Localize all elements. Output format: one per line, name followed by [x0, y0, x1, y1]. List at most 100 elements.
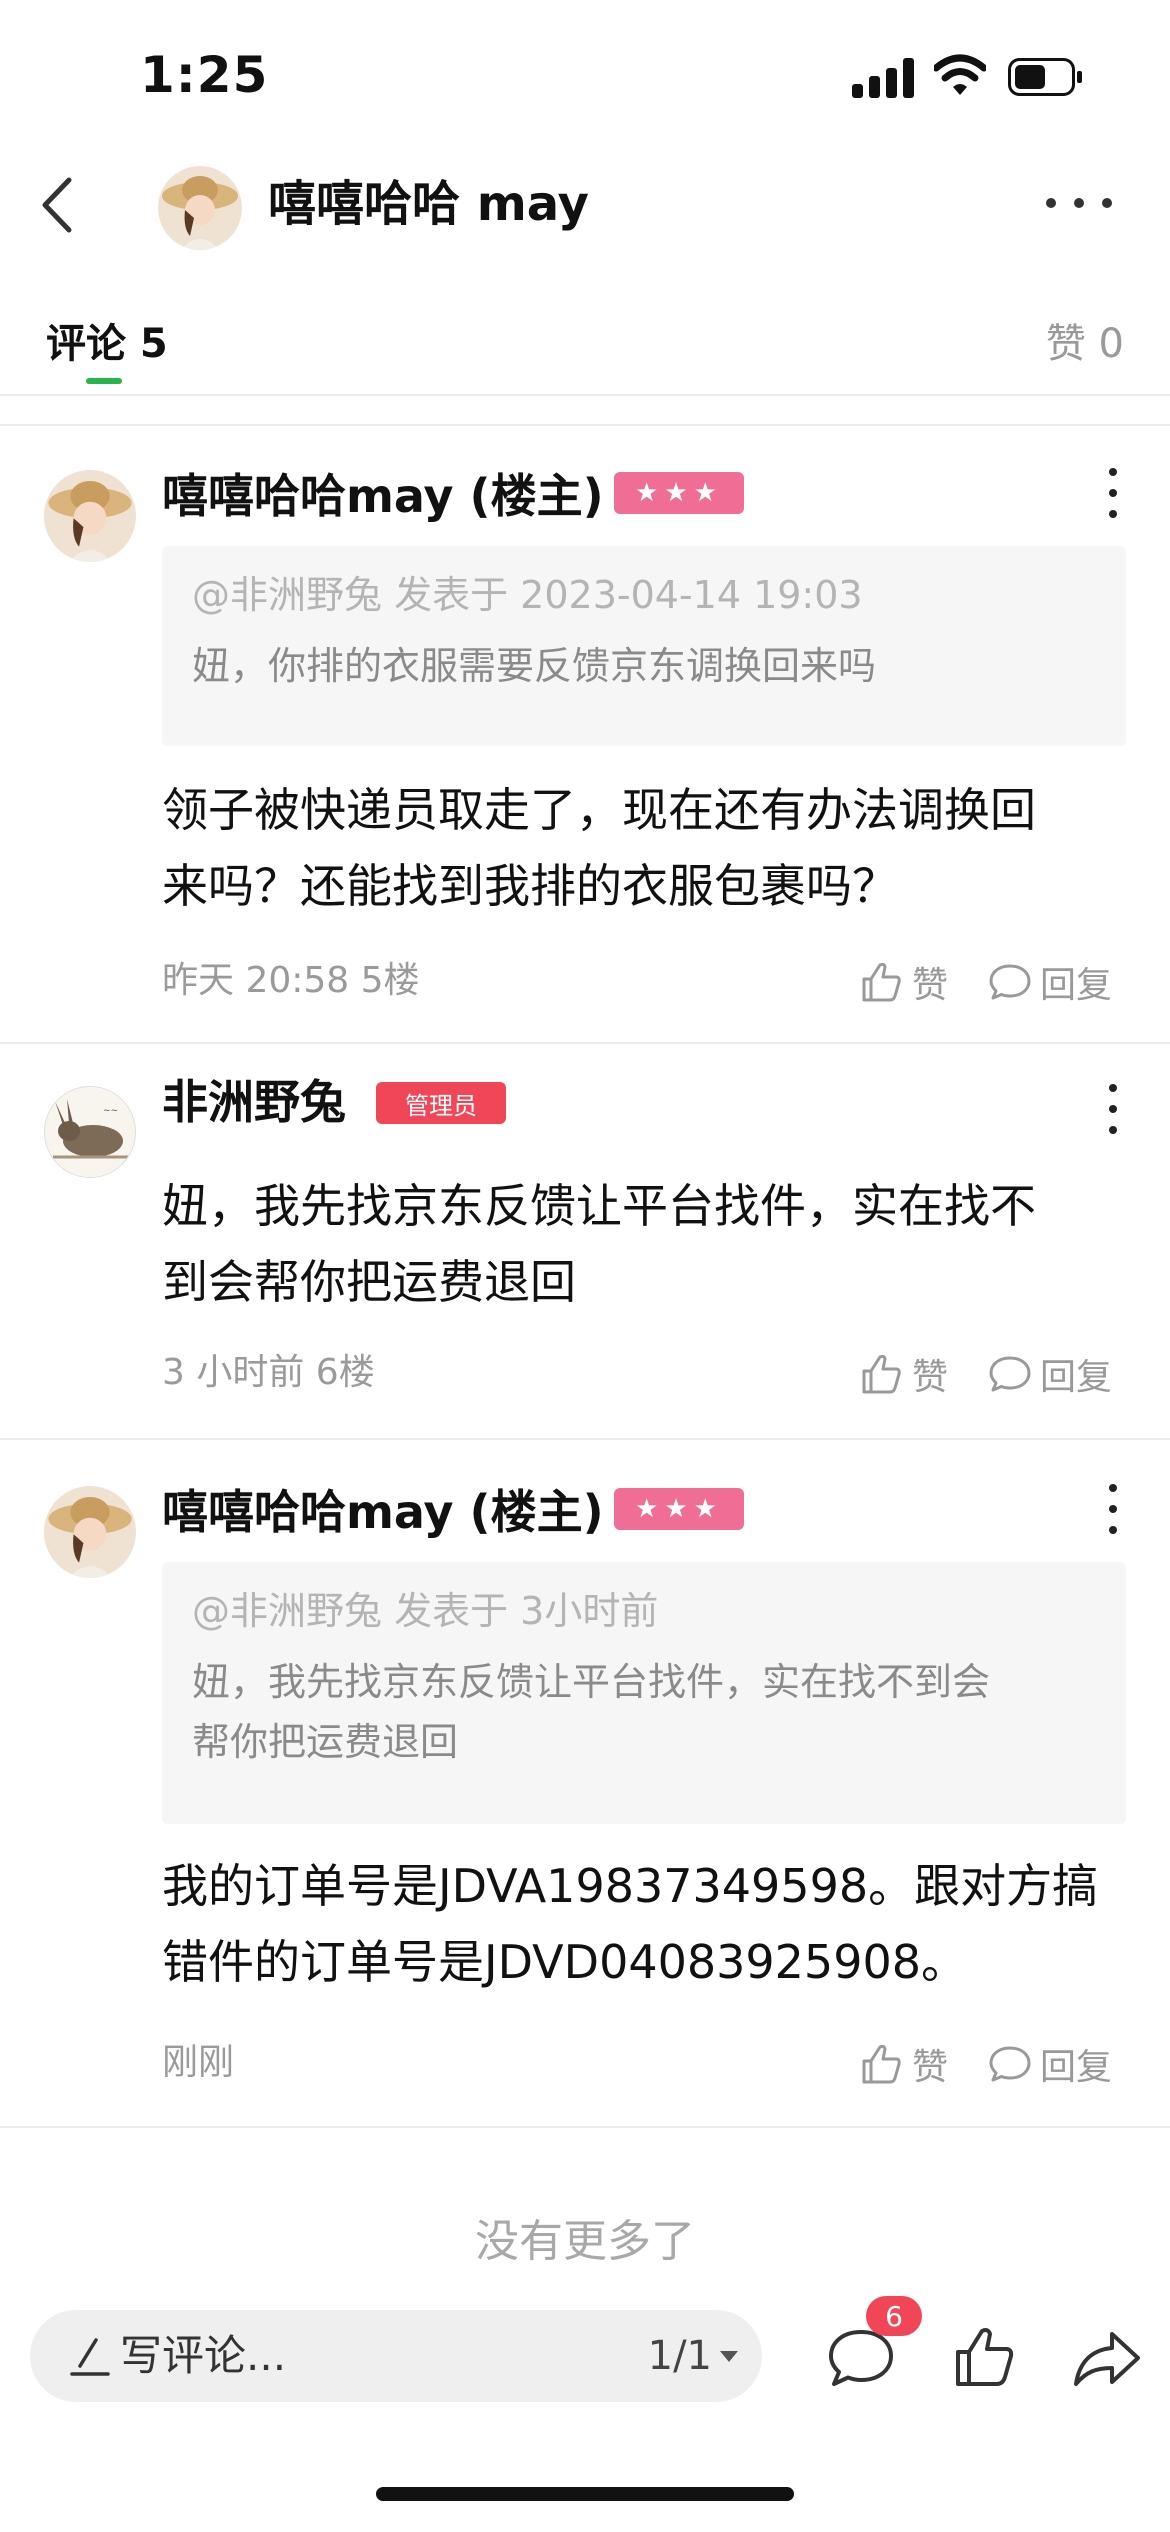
- like-button[interactable]: 赞: [860, 2036, 948, 2092]
- like-button[interactable]: 赞: [860, 1346, 948, 1402]
- comment-body-line: 妞，我先找京东反馈让平台找件，实在找不: [162, 1179, 1036, 1233]
- comment-body-line: 来吗？还能找到我排的衣服包裹吗？: [162, 859, 898, 913]
- like-button[interactable]: 赞: [860, 954, 948, 1010]
- comment-actions: 赞 回复: [860, 2036, 1130, 2092]
- comment-meta: 刚刚: [162, 2042, 235, 2083]
- dot-icon: [1046, 198, 1056, 208]
- tab-bar: 评论 5 赞 0: [0, 300, 1170, 396]
- comment-bubble-icon: [989, 964, 1031, 1000]
- comment-bubble-icon: [989, 2046, 1031, 2082]
- thumbs-up-icon: [862, 1354, 901, 1394]
- dot-icon: [1109, 1484, 1117, 1492]
- home-indicator: [376, 2487, 794, 2501]
- comment-actions: 赞 回复: [860, 1346, 1130, 1402]
- avatar-illustration: [158, 166, 242, 250]
- avatar[interactable]: [44, 1486, 136, 1578]
- comment-body-line: 错件的订单号是JDVD04083925908。: [162, 1935, 967, 1989]
- comment-more-button[interactable]: [1098, 1084, 1128, 1134]
- quote-body: 妞，我先找京东反馈让平台找件，实在找不到会 帮你把运费退回: [192, 1652, 1096, 1772]
- dot-icon: [1109, 1105, 1117, 1113]
- level-badge: ★★★: [614, 472, 744, 514]
- thumbs-up-icon: [862, 2044, 901, 2084]
- reply-label: 回复: [1040, 965, 1113, 1006]
- back-button[interactable]: [22, 170, 92, 240]
- top-nav-bar: 嘻嘻哈哈 may: [0, 150, 1170, 262]
- comment-body: 我的订单号是JDVA19837349598。跟对方搞 错件的订单号是JDVD04…: [162, 1848, 1126, 2000]
- comment-body-line: 到会帮你把运费退回: [162, 1255, 576, 1309]
- end-of-list-text: 没有更多了: [475, 2216, 695, 2267]
- reply-label: 回复: [1040, 1357, 1113, 1398]
- user-avatar[interactable]: [158, 166, 242, 250]
- comment-author[interactable]: 嘻嘻哈哈may (楼主): [162, 1482, 604, 1542]
- quote-header: @非洲野兔 发表于 2023-04-14 19:03: [192, 573, 863, 617]
- avatar[interactable]: [44, 470, 136, 562]
- reply-button[interactable]: 回复: [988, 954, 1112, 1010]
- dot-icon: [1109, 510, 1117, 518]
- dot-icon: [1109, 1084, 1117, 1092]
- share-button[interactable]: [1062, 2314, 1152, 2404]
- comment-author[interactable]: 嘻嘻哈哈may (楼主): [162, 466, 604, 526]
- like-label: 赞: [912, 2047, 949, 2088]
- avatar-illustration: [44, 470, 136, 562]
- rabbit-avatar-illustration: ~~: [45, 1087, 135, 1177]
- like-post-button[interactable]: [940, 2312, 1030, 2402]
- comment-count-badge: 6: [866, 2296, 922, 2336]
- comment-meta: 3 小时前 6楼: [162, 1352, 375, 1393]
- dot-icon: [1109, 1526, 1117, 1534]
- divider: [0, 2126, 1170, 2128]
- comment-input[interactable]: 写评论... 1/1: [30, 2310, 762, 2402]
- avatar-illustration: [44, 1486, 136, 1578]
- quoted-comment[interactable]: @非洲野兔 发表于 2023-04-14 19:03 妞，你排的衣服需要反馈京东…: [162, 546, 1126, 746]
- quote-body-line: 帮你把运费退回: [192, 1720, 459, 1764]
- comment-item: ~~ 非洲野兔 管理员 妞，我先找京东反馈让平台找件，实在找不 到会帮你把运费退…: [0, 1044, 1170, 1438]
- bottom-action-bar: 写评论... 1/1: [0, 2300, 1170, 2430]
- comment-input-placeholder: 写评论...: [120, 2331, 287, 2380]
- status-time: 1:25: [140, 46, 269, 104]
- dot-icon: [1102, 198, 1112, 208]
- more-options-button[interactable]: [1046, 188, 1112, 218]
- pencil-icon: [70, 2338, 110, 2376]
- caret-down-icon: [720, 2350, 738, 2362]
- admin-badge: 管理员: [376, 1082, 506, 1124]
- quote-header: @非洲野兔 发表于 3小时前: [192, 1589, 659, 1633]
- page-indicator: 1/1: [647, 2333, 712, 2379]
- quoted-comment[interactable]: @非洲野兔 发表于 3小时前 妞，我先找京东反馈让平台找件，实在找不到会 帮你把…: [162, 1562, 1126, 1824]
- comment-body: 妞，我先找京东反馈让平台找件，实在找不 到会帮你把运费退回: [162, 1168, 1126, 1320]
- level-badge: ★★★: [614, 1488, 744, 1530]
- comment-more-button[interactable]: [1098, 468, 1128, 518]
- comment-more-button[interactable]: [1098, 1484, 1128, 1534]
- thumbs-up-icon: [862, 962, 901, 1002]
- page-selector[interactable]: 1/1: [648, 2326, 738, 2386]
- chevron-left-icon: [42, 177, 72, 233]
- share-icon: [1074, 2332, 1140, 2386]
- comment-body-line: 领子被快递员取走了，现在还有办法调换回: [162, 783, 1036, 837]
- reply-button[interactable]: 回复: [988, 1346, 1112, 1402]
- like-label: 赞: [912, 965, 949, 1006]
- like-label: 赞: [912, 1357, 949, 1398]
- dot-icon: [1109, 468, 1117, 476]
- thumbs-up-icon: [956, 2328, 1014, 2386]
- tab-comments[interactable]: 评论 5: [46, 316, 168, 372]
- dot-icon: [1109, 489, 1117, 497]
- active-tab-indicator: [86, 378, 122, 384]
- battery-icon: [1008, 58, 1082, 96]
- dot-icon: [1074, 198, 1084, 208]
- quote-body: 妞，你排的衣服需要反馈京东调换回来吗: [192, 644, 877, 688]
- avatar[interactable]: ~~: [44, 1086, 136, 1178]
- svg-text:~~: ~~: [103, 1106, 118, 1116]
- page-title: 嘻嘻哈哈 may: [268, 176, 589, 232]
- comment-item: 嘻嘻哈哈may (楼主) ★★★ @非洲野兔 发表于 2023-04-14 19…: [0, 426, 1170, 1042]
- dot-icon: [1109, 1126, 1117, 1134]
- status-bar: 1:25: [0, 0, 1170, 150]
- comment-meta: 昨天 20:58 5楼: [162, 960, 420, 1001]
- comment-actions: 赞 回复: [860, 954, 1130, 1010]
- reply-label: 回复: [1040, 2047, 1113, 2088]
- comment-body: 领子被快递员取走了，现在还有办法调换回 来吗？还能找到我排的衣服包裹吗？: [162, 772, 1126, 924]
- wifi-icon: [934, 54, 986, 95]
- comment-body-line: 我的订单号是JDVA19837349598。跟对方搞: [162, 1859, 1099, 1913]
- reply-button[interactable]: 回复: [988, 2036, 1112, 2092]
- dot-icon: [1109, 1505, 1117, 1513]
- comment-author[interactable]: 非洲野兔: [162, 1072, 346, 1132]
- comment-bubble-icon: [989, 1356, 1031, 1392]
- tab-likes[interactable]: 赞 0: [1046, 316, 1124, 372]
